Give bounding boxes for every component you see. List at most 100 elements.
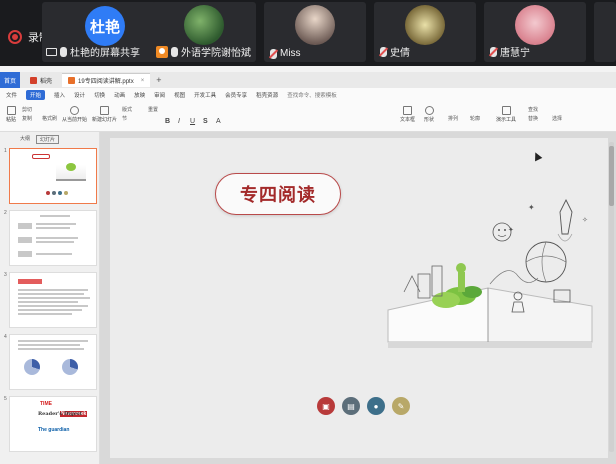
- tab-document[interactable]: 19专四阅读讲解.pptx ×: [62, 73, 151, 87]
- tab-label: 稻壳: [40, 78, 53, 85]
- magazine-logo: Reader's Digest: [38, 411, 83, 417]
- participant-tile-4[interactable]: 史倩: [374, 2, 476, 62]
- new-tab-icon[interactable]: +: [156, 75, 161, 85]
- docer-logo-icon: [30, 76, 37, 84]
- participant-name: 唐慧宁: [500, 48, 530, 59]
- find-button[interactable]: 查找: [528, 106, 538, 113]
- presentation-tools-icon: [501, 106, 511, 115]
- participant-name: 杜艳的屏幕共享: [70, 48, 140, 59]
- command-search[interactable]: 查找命令、搜索模板: [287, 91, 337, 99]
- tab-docer[interactable]: 稻壳: [24, 73, 59, 87]
- tab-outline[interactable]: 大纲: [20, 135, 30, 144]
- shadow-button[interactable]: S: [203, 118, 208, 125]
- menu-transition[interactable]: 切换: [94, 91, 105, 99]
- menu-developer[interactable]: 开发工具: [194, 91, 216, 99]
- ribbon-toolbar: 粘贴 剪切 复制 格式刷 从当前开始 新建幻灯片 版式 节 重置 B I U S…: [0, 102, 616, 132]
- slide-thumbnail-4[interactable]: [9, 334, 97, 390]
- reset-button[interactable]: 重置: [148, 106, 158, 113]
- tab-slides[interactable]: 幻灯片: [36, 135, 60, 144]
- participant-tile-2[interactable]: 外语学院谢怡斌: [152, 2, 256, 62]
- italic-button[interactable]: I: [178, 118, 180, 125]
- tab-label: 19专四阅读讲解.pptx: [78, 79, 134, 85]
- copy-button[interactable]: 复制: [22, 115, 32, 122]
- menu-view[interactable]: 视图: [174, 91, 185, 99]
- menu-design[interactable]: 设计: [74, 91, 85, 99]
- svg-text:✦: ✦: [528, 203, 535, 212]
- slide-editing-canvas[interactable]: 专四阅读 ✦ ✧ ✦ ▣ ▤ ● ✎: [100, 132, 616, 464]
- avatar: [405, 5, 445, 45]
- presentation-tools-button[interactable]: 演示工具: [496, 106, 516, 123]
- underline-button[interactable]: U: [190, 118, 195, 125]
- play-icon: [70, 106, 79, 115]
- paste-button[interactable]: 粘贴: [6, 106, 16, 123]
- layout-button[interactable]: 版式: [122, 106, 132, 113]
- menu-slideshow[interactable]: 放映: [134, 91, 145, 99]
- participant-tile-more[interactable]: [594, 2, 616, 62]
- section-button[interactable]: 节: [122, 115, 127, 122]
- shape-button[interactable]: 形状: [424, 106, 434, 123]
- textbox-icon: [403, 106, 412, 115]
- scrollbar-thumb[interactable]: [609, 146, 614, 206]
- thumb-pie-chart: [24, 359, 40, 375]
- navigation-circle-buttons: ▣ ▤ ● ✎: [317, 397, 410, 415]
- slide-title[interactable]: 专四阅读: [215, 173, 341, 215]
- participant-tile-1[interactable]: 杜艳 杜艳的屏幕共享: [42, 2, 168, 62]
- slide-thumbnail-3[interactable]: [9, 272, 97, 328]
- paste-icon: [6, 106, 16, 115]
- participant-name: Miss: [280, 48, 301, 59]
- select-button[interactable]: 选择: [552, 115, 562, 122]
- arrange-button[interactable]: 排列: [448, 115, 458, 122]
- menu-member[interactable]: 会员专享: [225, 91, 247, 99]
- participant-tile-3[interactable]: Miss: [264, 2, 366, 62]
- document-tab-bar: 首页 稻壳 19专四阅读讲解.pptx × +: [0, 72, 616, 88]
- participant-name: 外语学院谢怡斌: [181, 48, 251, 59]
- font-color-button[interactable]: A: [216, 118, 221, 125]
- participant-tile-5[interactable]: 唐慧宁: [484, 2, 586, 62]
- slide-thumbnail-2[interactable]: [9, 210, 97, 266]
- menu-animation[interactable]: 动画: [114, 91, 125, 99]
- play-from-current-button[interactable]: 从当前开始: [62, 106, 87, 123]
- magazine-logo: TIME: [40, 401, 52, 407]
- outline-button[interactable]: 轮廓: [470, 115, 480, 122]
- menu-insert[interactable]: 插入: [54, 91, 65, 99]
- menu-bar: 文件 开始 插入 设计 切换 动画 放映 审阅 视图 开发工具 会员专享 稻壳资…: [0, 88, 616, 102]
- nav-circle-3[interactable]: ●: [367, 397, 385, 415]
- tab-home[interactable]: 首页: [0, 72, 20, 88]
- screen-share-icon: [46, 47, 57, 56]
- replace-button[interactable]: 替换: [528, 115, 538, 122]
- slide-thumbnail-5[interactable]: TIME Newsweek Reader's Digest The guardi…: [9, 396, 97, 452]
- avatar: [515, 5, 555, 45]
- svg-text:✧: ✧: [582, 216, 588, 224]
- nav-circle-4[interactable]: ✎: [392, 397, 410, 415]
- bold-button[interactable]: B: [165, 118, 170, 125]
- record-icon: [8, 30, 22, 44]
- book-illustration: ✦ ✧ ✦: [387, 198, 593, 348]
- nav-circle-2[interactable]: ▤: [342, 397, 360, 415]
- cut-button[interactable]: 剪切: [22, 106, 32, 113]
- ppt-file-icon: [68, 77, 76, 84]
- slide-number: 4: [4, 334, 7, 340]
- menu-docer-resources[interactable]: 稻壳资源: [256, 91, 278, 99]
- nav-circle-1[interactable]: ▣: [317, 397, 335, 415]
- menu-review[interactable]: 审阅: [154, 91, 165, 99]
- avatar: [295, 5, 335, 45]
- current-slide[interactable]: 专四阅读 ✦ ✧ ✦ ▣ ▤ ● ✎: [110, 138, 608, 458]
- slide-number: 5: [4, 396, 7, 402]
- microphone-muted-icon: [380, 46, 387, 57]
- presentation-app: 首页 稻壳 19专四阅读讲解.pptx × + 文件 开始 插入 设计 切换 动…: [0, 66, 616, 464]
- textbox-button[interactable]: 文本框: [400, 106, 415, 123]
- slide-number: 3: [4, 272, 7, 278]
- new-slide-icon: [100, 106, 109, 115]
- user-icon: [156, 45, 168, 58]
- microphone-muted-icon: [270, 48, 277, 59]
- menu-file[interactable]: 文件: [6, 91, 17, 99]
- slide-thumbnail-1[interactable]: [9, 148, 97, 204]
- meeting-participant-bar: 录制中 杜艳 杜艳的屏幕共享 外语学院谢怡斌 Miss 史倩: [0, 0, 616, 66]
- slide-thumbnail-panel: 大纲 幻灯片 1 2 3 4 5 TIME Newsweek Reader's …: [0, 132, 100, 464]
- new-slide-button[interactable]: 新建幻灯片: [92, 106, 117, 123]
- avatar: [184, 5, 224, 45]
- format-painter-button[interactable]: 格式刷: [42, 115, 57, 122]
- microphone-icon: [60, 46, 67, 57]
- close-tab-icon[interactable]: ×: [141, 78, 145, 84]
- menu-home[interactable]: 开始: [26, 90, 46, 100]
